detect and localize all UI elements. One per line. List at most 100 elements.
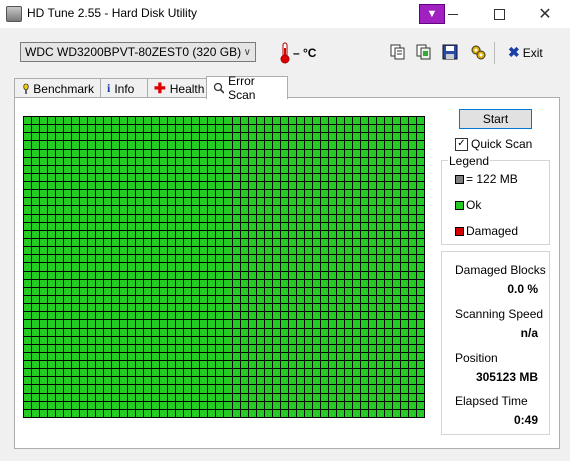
scan-block (344, 385, 352, 393)
scan-block (296, 125, 304, 133)
scan-block (344, 255, 352, 263)
minimize-button[interactable] (430, 0, 476, 28)
scan-block (144, 149, 152, 157)
scan-block (232, 279, 240, 287)
scan-block (136, 133, 144, 141)
scan-block (408, 320, 416, 328)
scan-block (80, 377, 88, 385)
tab-health[interactable]: ✚ Health (147, 78, 207, 98)
scan-block (152, 141, 160, 149)
scan-block (176, 157, 184, 165)
scan-block (240, 287, 248, 295)
scan-block (72, 239, 80, 247)
scan-block (368, 165, 376, 173)
scan-block (24, 125, 32, 133)
scan-block (336, 385, 344, 393)
scan-block (408, 239, 416, 247)
scan-block (72, 255, 80, 263)
scan-block (96, 230, 104, 239)
scan-block (160, 198, 168, 206)
scan-block (80, 369, 88, 377)
scan-block (368, 279, 376, 287)
scan-block (112, 117, 120, 125)
scan-block (64, 255, 72, 263)
scan-block (40, 117, 48, 125)
scan-block (40, 352, 48, 361)
scan-block (280, 157, 288, 165)
legend-title: Legend (448, 154, 491, 168)
scan-block (48, 312, 56, 320)
save-button[interactable] (441, 43, 459, 61)
scan-block (40, 206, 48, 214)
scan-block (376, 157, 384, 165)
copy-screenshot-button[interactable] (415, 43, 433, 61)
start-button[interactable]: Start (459, 109, 532, 129)
scan-block (200, 149, 208, 157)
scan-block (144, 409, 152, 417)
scan-block (384, 385, 392, 393)
copy-info-button[interactable] (389, 43, 407, 61)
scan-block (264, 239, 272, 247)
scan-block (32, 247, 40, 255)
scan-block (152, 312, 160, 320)
scan-block (40, 230, 48, 239)
scan-block (344, 157, 352, 165)
maximize-button[interactable] (476, 0, 522, 28)
scan-block (344, 336, 352, 344)
scan-block (256, 263, 264, 271)
quick-scan-checkbox[interactable]: ✓ (455, 137, 468, 151)
scan-block (176, 344, 184, 352)
scan-block (280, 336, 288, 344)
close-button[interactable]: ✕ (522, 0, 568, 28)
scan-block (392, 173, 400, 182)
scan-block (104, 328, 112, 336)
tab-error-scan[interactable]: Error Scan (206, 74, 288, 102)
scan-block (152, 190, 160, 198)
scan-block (120, 336, 128, 344)
quick-scan-option[interactable]: ✓ Quick Scan (455, 137, 532, 151)
scan-block (152, 222, 160, 230)
scan-block (184, 279, 192, 287)
tab-info[interactable]: i Info (100, 78, 148, 98)
scan-block (368, 255, 376, 263)
scan-block (80, 352, 88, 361)
scan-block (160, 328, 168, 336)
scan-block (176, 352, 184, 361)
drive-select[interactable]: WDC WD3200BPVT-80ZEST0 (320 GB) ∨ (20, 42, 256, 62)
scan-block (32, 328, 40, 336)
scan-block (288, 239, 296, 247)
scan-block (192, 182, 200, 190)
scan-block (208, 190, 216, 198)
scan-block (40, 320, 48, 328)
exit-button[interactable]: ✖ Exit (508, 44, 543, 61)
scan-block (56, 230, 64, 239)
scan-block (208, 165, 216, 173)
ok-swatch (455, 200, 464, 210)
scan-block (376, 263, 384, 271)
scan-block (248, 263, 256, 271)
scan-block (32, 125, 40, 133)
legend-damaged-text: Damaged (466, 224, 519, 238)
scan-block (344, 328, 352, 336)
scan-block (296, 385, 304, 393)
scan-block (152, 336, 160, 344)
tab-benchmark[interactable]: Benchmark (14, 78, 101, 98)
scan-block (144, 279, 152, 287)
scan-block (368, 149, 376, 157)
scan-block (368, 239, 376, 247)
scan-block (64, 401, 72, 409)
scan-block (72, 133, 80, 141)
scan-block (384, 255, 392, 263)
scan-block (400, 239, 408, 247)
scan-block (208, 377, 216, 385)
scan-block (64, 295, 72, 304)
scan-block (136, 409, 144, 417)
scan-block (224, 157, 232, 165)
options-button[interactable] (469, 43, 487, 61)
scan-block (336, 304, 344, 312)
scan-block (400, 247, 408, 255)
scan-block (32, 409, 40, 417)
scan-block (72, 125, 80, 133)
scan-block (120, 230, 128, 239)
scan-block (288, 230, 296, 239)
